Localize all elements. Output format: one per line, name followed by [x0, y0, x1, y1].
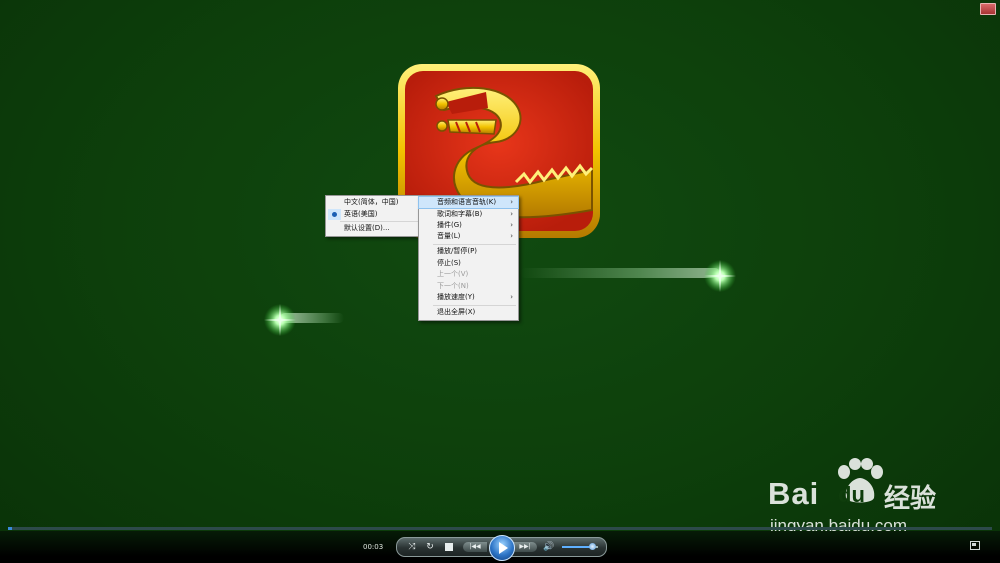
menu-item-default-settings[interactable]: 默认设置(D)... [326, 223, 420, 234]
stop-button[interactable] [445, 543, 453, 551]
seek-bar[interactable] [8, 527, 992, 530]
light-streak [520, 268, 720, 278]
play-button[interactable] [489, 535, 515, 561]
sparkle-icon [704, 260, 736, 292]
menu-item-play-pause[interactable]: 播放/暂停(P) [419, 246, 518, 257]
chevron-right-icon: › [510, 221, 513, 229]
menu-item-previous[interactable]: 上一个(V) [419, 269, 518, 280]
menu-item-lyrics-subtitles[interactable]: 歌词和字幕(B) › [419, 209, 518, 220]
context-menu: 音频和语言音轨(K) › 歌词和字幕(B) › 播件(G) › 音量(L) › … [418, 195, 519, 321]
chevron-right-icon: › [510, 293, 513, 301]
restore-window-button[interactable] [980, 3, 996, 15]
elapsed-time: 00:03 [363, 543, 384, 551]
switch-to-library-button[interactable] [970, 541, 980, 550]
menu-item-playback-speed[interactable]: 播放速度(Y) › [419, 292, 518, 303]
volume-slider-handle[interactable] [589, 543, 596, 550]
watermark-cn: 经验 [884, 484, 937, 514]
previous-button[interactable]: |◀◀ [463, 542, 487, 552]
chevron-right-icon: › [510, 210, 513, 218]
volume-level [562, 546, 592, 548]
radio-selected-icon [332, 212, 337, 217]
menu-item-exit-fullscreen[interactable]: 退出全屏(X) [419, 307, 518, 318]
sparkle-icon [264, 304, 296, 336]
transport-controls: ⤨ ↻ |◀◀ ▶▶| 🔊 [396, 535, 607, 561]
menu-item-chinese[interactable]: 中文(简体，中国) [326, 197, 420, 208]
menu-separator [433, 244, 516, 245]
menu-separator [433, 305, 516, 306]
shuffle-icon[interactable]: ⤨ [405, 538, 419, 556]
menu-item-stop[interactable]: 停止(S) [419, 258, 518, 269]
menu-item-audio-language-track[interactable]: 音频和语言音轨(K) › [418, 196, 519, 209]
watermark-brand: Bai [768, 476, 820, 511]
play-icon [499, 542, 508, 554]
next-button[interactable]: ▶▶| [513, 542, 537, 552]
menu-item-next[interactable]: 下一个(N) [419, 281, 518, 292]
chevron-right-icon: › [510, 232, 513, 240]
menu-item-plugins[interactable]: 播件(G) › [419, 220, 518, 231]
menu-item-volume[interactable]: 音量(L) › [419, 231, 518, 242]
seek-progress [8, 527, 12, 530]
menu-separator [340, 221, 418, 222]
menu-item-english[interactable]: 英语(美国) [326, 209, 420, 220]
audio-track-submenu: 中文(简体，中国) 英语(美国) 默认设置(D)... [325, 195, 421, 237]
watermark-brand-suffix: du [838, 482, 865, 507]
video-stage[interactable]: 中文(简体，中国) 英语(美国) 默认设置(D)... 音频和语言音轨(K) ›… [0, 0, 1000, 563]
player-controls: 00:03 ⤨ ↻ |◀◀ ▶▶| 🔊 [0, 531, 1000, 563]
volume-icon[interactable]: 🔊 [543, 538, 555, 556]
repeat-icon[interactable]: ↻ [423, 538, 437, 556]
chevron-right-icon: › [510, 198, 513, 206]
